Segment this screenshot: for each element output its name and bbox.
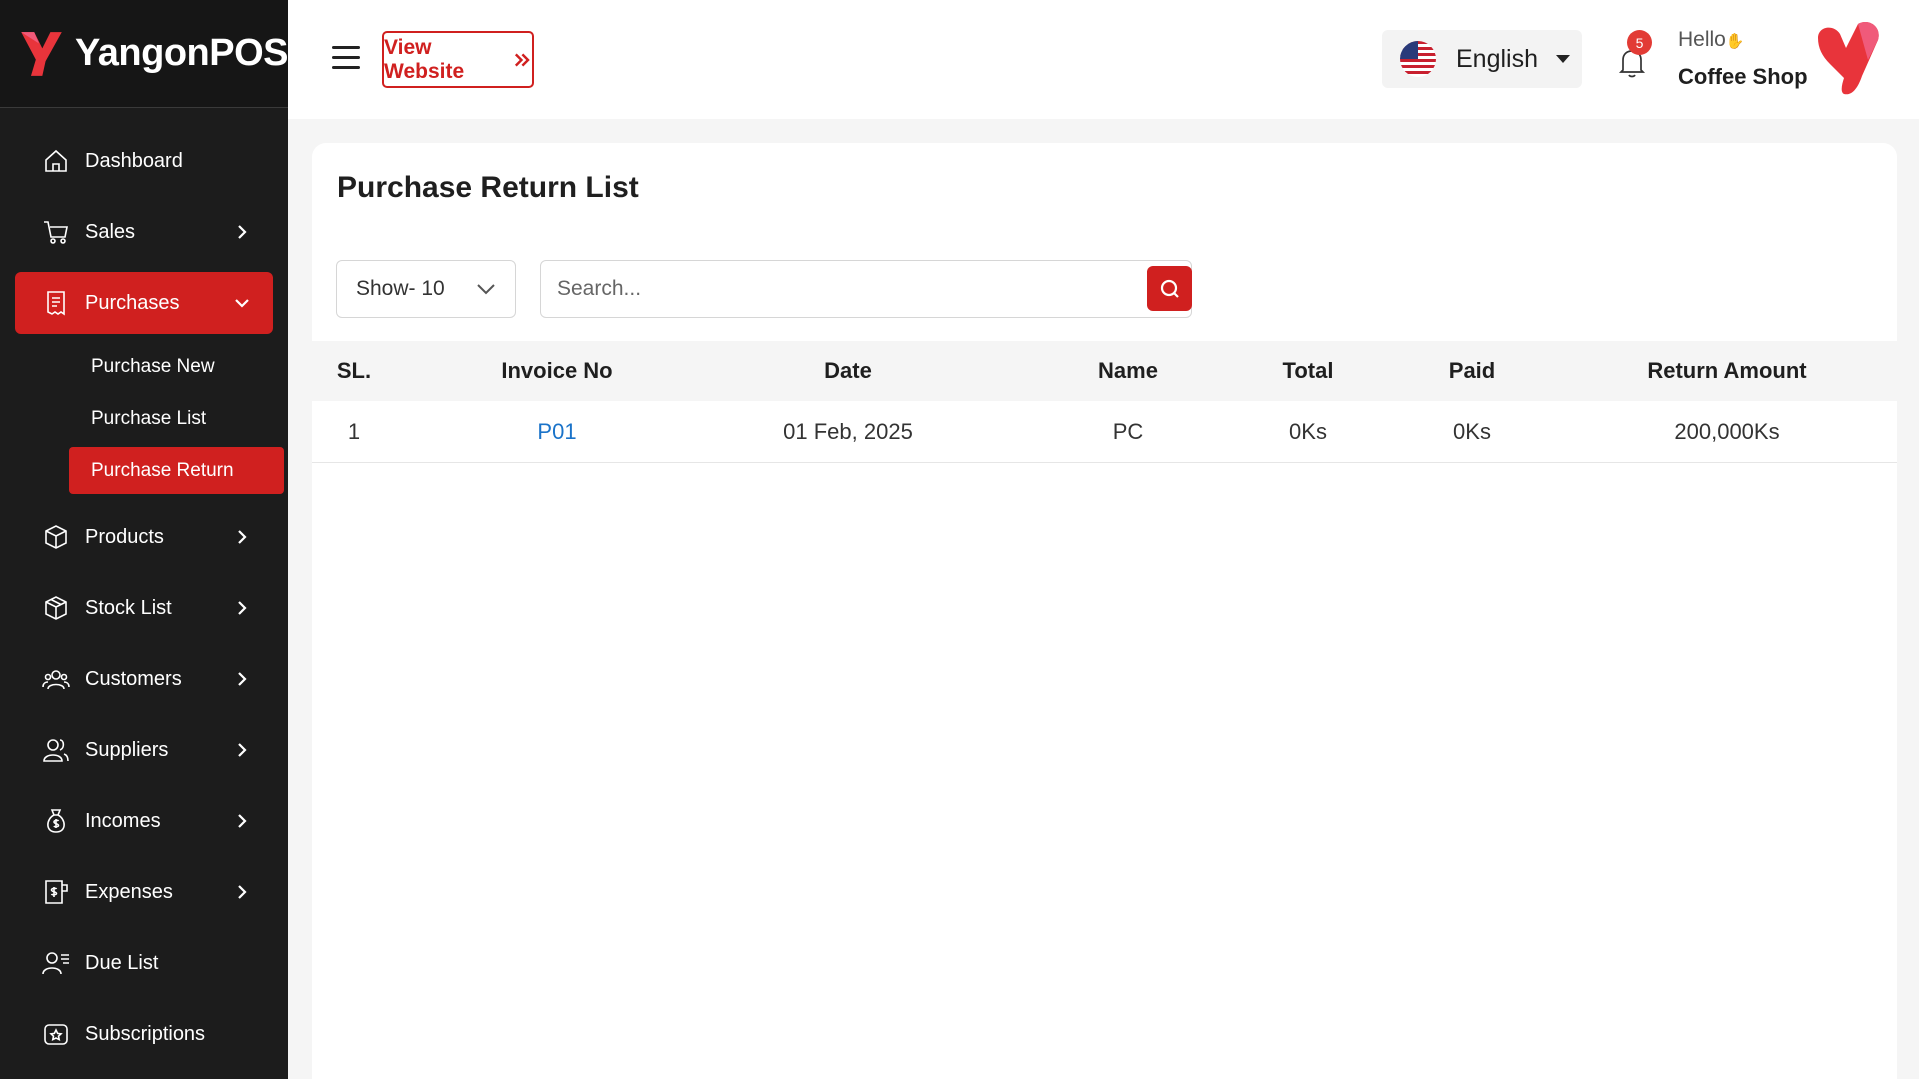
cell-return-amount: 200,000Ks xyxy=(1674,418,1780,444)
cell-paid: 0Ks xyxy=(1453,418,1491,444)
user-group-icon xyxy=(41,735,71,765)
language-selector[interactable]: English xyxy=(1382,30,1582,88)
sidebar-subitem-purchase-new[interactable]: Purchase New xyxy=(69,343,284,390)
sidebar-subitem-purchase-return[interactable]: Purchase Return xyxy=(69,447,284,494)
sidebar-item-customers[interactable]: Customers xyxy=(15,648,273,710)
sidebar-item-label: Sales xyxy=(85,220,136,243)
bill-icon xyxy=(41,877,71,907)
users-icon xyxy=(41,664,71,694)
language-label: English xyxy=(1456,44,1538,73)
sidebar-subitem-purchase-list[interactable]: Purchase List xyxy=(69,395,284,442)
sidebar: YangonPOS Dashboard Sales Purchases Purc… xyxy=(0,0,288,1079)
purchase-return-card: Purchase Return List Show- 10 SL. Invoic… xyxy=(312,143,1897,1079)
wave-hand-icon: ✋ xyxy=(1725,33,1745,50)
sidebar-item-label: Incomes xyxy=(85,809,161,832)
double-chevron-right-icon xyxy=(515,53,530,66)
column-header-total: Total xyxy=(1282,358,1334,383)
user-list-icon xyxy=(41,948,71,978)
table-row: 1 P01 01 Feb, 2025 PC 0Ks 0Ks 200,000Ks xyxy=(312,401,1897,463)
menu-toggle-icon[interactable] xyxy=(332,46,360,70)
sidebar-item-label: Suppliers xyxy=(85,738,169,761)
table-header: SL. Invoice No Date Name Total Paid Retu… xyxy=(312,341,1897,401)
column-header-return-amount: Return Amount xyxy=(1647,358,1807,383)
column-header-invoice: Invoice No xyxy=(501,358,613,383)
sidebar-item-sales[interactable]: Sales xyxy=(15,201,273,263)
purchases-submenu: Purchase New Purchase List Purchase Retu… xyxy=(0,343,288,494)
avatar[interactable] xyxy=(1812,20,1884,98)
box-icon xyxy=(41,522,71,552)
money-bag-icon xyxy=(41,806,71,836)
sidebar-item-label: Dashboard xyxy=(85,149,183,172)
greeting-text: Hello✋ xyxy=(1678,28,1745,51)
chevron-right-icon xyxy=(231,881,253,903)
sidebar-nav: Dashboard Sales Purchases Purchase New P… xyxy=(0,108,288,1065)
sidebar-item-label: Subscriptions xyxy=(85,1022,206,1045)
user-name: Coffee Shop xyxy=(1678,64,1808,89)
view-website-label: View Website xyxy=(384,35,465,83)
sidebar-item-label: Stock List xyxy=(85,596,172,619)
column-header-paid: Paid xyxy=(1448,358,1496,383)
cell-sl: 1 xyxy=(347,418,361,444)
notification-badge: 5 xyxy=(1627,30,1652,55)
search-button[interactable] xyxy=(1147,266,1192,311)
sidebar-item-label: Products xyxy=(85,525,164,548)
show-entries-value: Show- 10 xyxy=(356,277,445,300)
column-header-name: Name xyxy=(1098,358,1158,383)
brand-name: YangonPOS xyxy=(75,32,288,74)
chevron-right-icon xyxy=(231,668,253,690)
sidebar-item-products[interactable]: Products xyxy=(15,506,273,568)
sidebar-item-label: Customers xyxy=(85,667,182,690)
sidebar-item-label: Purchases xyxy=(85,291,180,314)
column-header-sl: SL. xyxy=(336,358,372,383)
show-entries-select[interactable]: Show- 10 xyxy=(336,260,516,318)
sidebar-item-expenses[interactable]: Expenses xyxy=(15,861,273,923)
cart-icon xyxy=(41,217,71,247)
caret-down-icon xyxy=(1556,55,1570,63)
chevron-right-icon xyxy=(231,597,253,619)
subscription-icon xyxy=(41,1019,71,1049)
view-website-button[interactable]: View Website xyxy=(382,31,534,88)
chevron-down-icon xyxy=(231,292,253,314)
sidebar-item-due-list[interactable]: Due List xyxy=(15,932,273,994)
search-icon xyxy=(1160,279,1179,298)
page-title: Purchase Return List xyxy=(337,171,639,204)
column-header-date: Date xyxy=(824,358,872,383)
brand[interactable]: YangonPOS xyxy=(0,0,288,108)
sidebar-item-label: Due List xyxy=(85,951,159,974)
chevron-right-icon xyxy=(231,526,253,548)
sidebar-item-label: Expenses xyxy=(85,880,173,903)
sidebar-item-subscriptions[interactable]: Subscriptions xyxy=(15,1003,273,1065)
chevron-right-icon xyxy=(231,739,253,761)
search-input[interactable] xyxy=(557,271,1117,307)
receipt-icon xyxy=(41,288,71,318)
cell-total: 0Ks xyxy=(1289,418,1327,444)
invoice-link[interactable]: P01 xyxy=(446,401,668,462)
top-header: View Website English 5 Hello✋ Coffee Sho… xyxy=(288,0,1919,119)
sidebar-item-purchases[interactable]: Purchases xyxy=(15,272,273,334)
chevron-right-icon xyxy=(231,810,253,832)
sidebar-item-stock-list[interactable]: Stock List xyxy=(15,577,273,639)
cell-date: 01 Feb, 2025 xyxy=(783,418,913,444)
package-icon xyxy=(41,593,71,623)
sidebar-item-suppliers[interactable]: Suppliers xyxy=(15,719,273,781)
search-box xyxy=(540,260,1192,318)
sidebar-item-incomes[interactable]: Incomes xyxy=(15,790,273,852)
home-icon xyxy=(41,146,71,176)
chevron-down-icon xyxy=(477,284,495,295)
sidebar-item-dashboard[interactable]: Dashboard xyxy=(15,130,273,192)
cell-name: PC xyxy=(1112,418,1144,444)
chevron-right-icon xyxy=(231,221,253,243)
us-flag-icon xyxy=(1400,41,1436,77)
brand-logo-icon xyxy=(21,31,62,76)
